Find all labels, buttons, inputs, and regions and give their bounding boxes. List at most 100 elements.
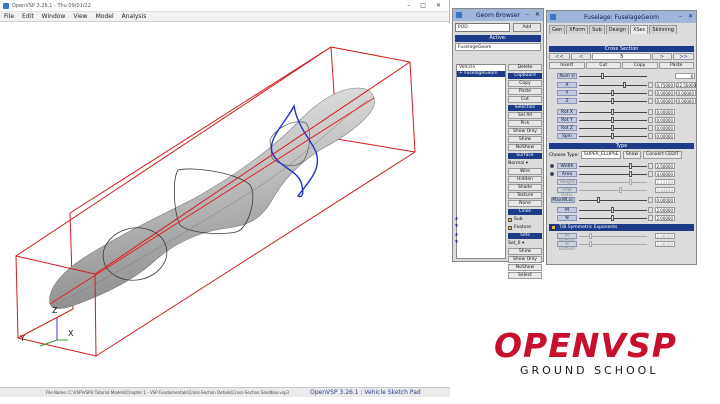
show-button[interactable]: Show bbox=[508, 136, 542, 143]
param-adjust-button[interactable] bbox=[648, 109, 653, 115]
close-icon[interactable]: ✕ bbox=[436, 2, 441, 9]
set-show-button[interactable]: Show bbox=[508, 248, 542, 255]
slider-knob[interactable] bbox=[611, 125, 614, 131]
delete-button[interactable]: Delete bbox=[508, 64, 542, 71]
choose-type-select[interactable]: SUPER_ELLIPSE bbox=[580, 151, 621, 159]
paste-button[interactable]: Paste bbox=[508, 88, 542, 95]
surface-mode-select[interactable]: Normal bbox=[508, 161, 524, 166]
slider-knob[interactable] bbox=[611, 207, 614, 213]
insert-button[interactable]: Insert bbox=[549, 62, 585, 69]
tab-xform[interactable]: XForm bbox=[566, 25, 589, 34]
param-value[interactable]: 0.00000 bbox=[655, 109, 675, 115]
param-adjust-button[interactable] bbox=[648, 82, 653, 88]
slider-knob[interactable] bbox=[623, 82, 626, 88]
slider-knob[interactable] bbox=[611, 133, 614, 139]
slider-knob[interactable] bbox=[597, 197, 600, 203]
num-u-slider[interactable] bbox=[579, 76, 647, 77]
chevron-down-icon[interactable]: ▾ bbox=[526, 161, 528, 166]
num-u-value[interactable]: 6 bbox=[675, 73, 695, 79]
tab-gen[interactable]: Gen bbox=[549, 25, 566, 34]
param-value-abs[interactable]: 0.00000 bbox=[676, 90, 696, 96]
copy-xsec-button[interactable]: Copy bbox=[622, 62, 658, 69]
param-adjust-button[interactable] bbox=[648, 207, 653, 213]
close-icon[interactable]: ✕ bbox=[535, 11, 540, 18]
radio-button[interactable] bbox=[550, 172, 554, 176]
param-value[interactable]: 2.00000 bbox=[655, 207, 675, 213]
param-adjust-button[interactable] bbox=[648, 117, 653, 123]
checkbox-icon[interactable] bbox=[508, 217, 512, 222]
xsec-index-field[interactable]: 3 bbox=[592, 53, 651, 60]
tab-xsec[interactable]: XSec bbox=[629, 25, 649, 34]
maximize-icon[interactable]: □ bbox=[420, 2, 426, 9]
param-value[interactable]: 0.75000 bbox=[655, 82, 675, 88]
param-adjust-button[interactable] bbox=[648, 215, 653, 221]
show-type-button[interactable]: Show bbox=[622, 151, 642, 159]
param-adjust-button[interactable] bbox=[648, 197, 653, 203]
minimize-icon[interactable]: – bbox=[407, 2, 410, 9]
add-geom-button[interactable]: Add bbox=[513, 23, 541, 32]
noshow-button[interactable]: NoShow bbox=[508, 144, 542, 151]
cut-xsec-button[interactable]: Cut bbox=[585, 62, 621, 69]
menu-file[interactable]: File bbox=[4, 13, 14, 20]
param-slider[interactable] bbox=[579, 174, 647, 175]
param-adjust-button[interactable] bbox=[648, 125, 653, 131]
shade-button[interactable]: Shade bbox=[508, 184, 542, 191]
param-adjust-button[interactable] bbox=[648, 171, 653, 177]
menu-edit[interactable]: Edit bbox=[22, 13, 34, 20]
chevron-down-icon[interactable]: ▾ bbox=[522, 241, 524, 246]
texture-button[interactable]: Texture bbox=[508, 192, 542, 199]
minimize-icon[interactable]: – bbox=[679, 13, 682, 20]
param-value-abs[interactable]: 0.00000 bbox=[676, 98, 696, 104]
hidden-button[interactable]: Hidden bbox=[508, 176, 542, 183]
param-adjust-button[interactable] bbox=[648, 163, 653, 169]
param-value[interactable]: 4.00000 bbox=[655, 171, 675, 177]
param-adjust-button[interactable] bbox=[648, 133, 653, 139]
param-value[interactable]: 0.00000 bbox=[655, 98, 675, 104]
checkbox-icon[interactable] bbox=[508, 225, 512, 230]
set-select-button[interactable]: Select bbox=[508, 272, 542, 279]
radio-button[interactable] bbox=[550, 164, 554, 168]
close-icon[interactable]: ✕ bbox=[688, 13, 693, 20]
slider-knob[interactable] bbox=[611, 90, 614, 96]
param-slider[interactable] bbox=[579, 200, 647, 201]
set-noshow-button[interactable]: NoShow bbox=[508, 264, 542, 271]
active-geom-field[interactable]: FuselageGeom bbox=[455, 43, 541, 51]
none-button[interactable]: None bbox=[508, 200, 542, 207]
tree-item-fuselagegeom[interactable]: + FuselageGeom bbox=[457, 71, 505, 77]
slider-knob[interactable] bbox=[611, 117, 614, 123]
set-show-only-button[interactable]: Show Only bbox=[508, 256, 542, 263]
menu-window[interactable]: Window bbox=[42, 13, 66, 20]
sub-lines-toggle[interactable]: Sub bbox=[508, 216, 542, 223]
param-value[interactable]: 0.00000 bbox=[655, 133, 675, 139]
tab-skinning[interactable]: Skinning bbox=[649, 25, 677, 34]
param-value[interactable]: 0.00000 bbox=[655, 117, 675, 123]
feature-lines-toggle[interactable]: Feature bbox=[508, 224, 542, 231]
copy-button[interactable]: Copy bbox=[508, 80, 542, 87]
tab-design[interactable]: Design bbox=[605, 25, 629, 34]
3d-viewport[interactable]: X Y Z bbox=[0, 23, 450, 387]
param-slider[interactable] bbox=[579, 85, 647, 86]
slider-knob[interactable] bbox=[611, 215, 614, 221]
prev-xsec-button[interactable]: < bbox=[570, 53, 592, 60]
wire-button[interactable]: Wire bbox=[508, 168, 542, 175]
param-value[interactable]: 2.00000 bbox=[655, 215, 675, 221]
menu-view[interactable]: View bbox=[73, 13, 87, 20]
param-adjust-button[interactable] bbox=[648, 90, 653, 96]
cut-button[interactable]: Cut bbox=[508, 96, 542, 103]
tb-symmetric-toggle[interactable]: T/B Symmetric Exponents bbox=[549, 224, 694, 231]
slider-knob[interactable] bbox=[611, 109, 614, 115]
show-only-button[interactable]: Show Only bbox=[508, 128, 542, 135]
select-all-button[interactable]: Sel All bbox=[508, 112, 542, 119]
slider-knob[interactable] bbox=[629, 171, 632, 177]
pick-button[interactable]: Pick bbox=[508, 120, 542, 127]
first-xsec-button[interactable]: << bbox=[549, 53, 570, 60]
geom-tree-list[interactable]: Vehicle + FuselageGeom bbox=[456, 64, 506, 259]
param-value[interactable]: 0.00000 bbox=[655, 197, 675, 203]
next-xsec-button[interactable]: > bbox=[651, 53, 673, 60]
param-value[interactable]: 2.50000 bbox=[655, 163, 675, 169]
convert-cedit-button[interactable]: Convert CEDIT bbox=[643, 151, 682, 159]
slider-knob[interactable] bbox=[601, 73, 604, 79]
set-select[interactable]: Set_0 bbox=[508, 241, 521, 246]
param-value[interactable]: 0.00000 bbox=[655, 125, 675, 131]
tab-sub[interactable]: Sub bbox=[589, 25, 605, 34]
